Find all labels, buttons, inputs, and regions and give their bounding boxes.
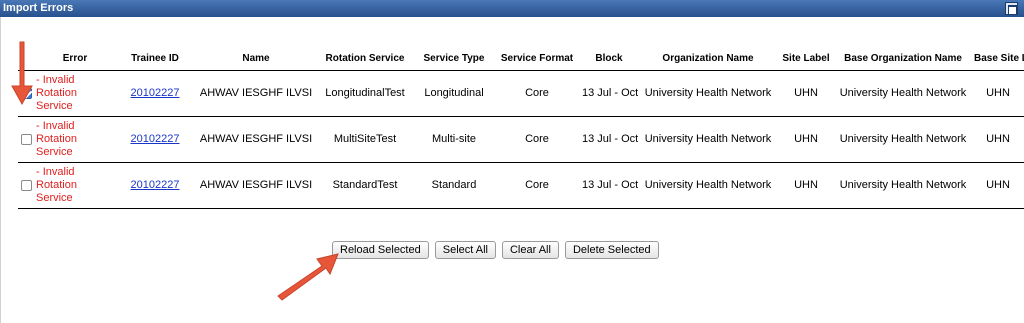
trainee-name: AHWAV IESGHF ILVSI (196, 116, 316, 163)
table-row: - Invalid Rotation Service 20102227 AHWA… (18, 116, 1024, 163)
organization-name: University Health Network (638, 162, 778, 209)
block: 13 Jul - Oct (580, 70, 638, 117)
column-header-site-label: Site Label (778, 48, 834, 71)
organization-name: University Health Network (638, 116, 778, 163)
rotation-service: LongitudinalTest (316, 70, 414, 117)
base-site-label: UHN (972, 70, 1024, 117)
error-message: - Invalid Rotation Service (36, 116, 114, 163)
column-header-select (18, 48, 36, 71)
trainee-id-link[interactable]: 20102227 (131, 87, 180, 99)
row-checkbox[interactable] (21, 133, 32, 145)
service-format: Core (494, 162, 580, 209)
base-site-label: UHN (972, 116, 1024, 163)
block: 13 Jul - Oct (580, 116, 638, 163)
column-header-error: Error (36, 48, 114, 71)
column-header-service-type: Service Type (414, 48, 494, 71)
trainee-id-link[interactable]: 20102227 (131, 179, 180, 191)
column-header-trainee-id: Trainee ID (114, 48, 196, 71)
rotation-service: MultiSiteTest (316, 116, 414, 163)
column-header-rotation-service: Rotation Service (316, 48, 414, 71)
column-header-block: Block (580, 48, 638, 71)
service-format: Core (494, 116, 580, 163)
clear-all-button[interactable]: Clear All (501, 241, 559, 259)
column-header-name: Name (196, 48, 316, 71)
error-message: - Invalid Rotation Service (36, 70, 114, 117)
window-title: Import Errors (3, 2, 74, 14)
base-organization-name: University Health Network (834, 70, 972, 117)
trainee-name: AHWAV IESGHF ILVSI (196, 70, 316, 117)
base-organization-name: University Health Network (834, 162, 972, 209)
select-all-button[interactable]: Select All (434, 241, 496, 259)
error-message: - Invalid Rotation Service (36, 162, 114, 209)
trainee-name: AHWAV IESGHF ILVSI (196, 162, 316, 209)
action-button-bar: Reload Selected Select All Clear All Del… (332, 241, 659, 259)
table-row: - Invalid Rotation Service 20102227 AHWA… (18, 70, 1024, 117)
window-title-bar: Import Errors (0, 0, 1024, 17)
organization-name: University Health Network (638, 70, 778, 117)
block: 13 Jul - Oct (580, 162, 638, 209)
column-header-base-site-label: Base Site Label (972, 48, 1024, 71)
service-type: Standard (414, 162, 494, 209)
import-errors-table: Error Trainee ID Name Rotation Service S… (18, 48, 1024, 209)
reload-selected-button[interactable]: Reload Selected (332, 241, 429, 259)
table-header-row: Error Trainee ID Name Rotation Service S… (18, 48, 1024, 71)
row-checkbox[interactable] (21, 179, 32, 191)
column-header-organization-name: Organization Name (638, 48, 778, 71)
site-label: UHN (778, 70, 834, 117)
row-checkbox[interactable] (21, 87, 32, 99)
site-label: UHN (778, 116, 834, 163)
rotation-service: StandardTest (316, 162, 414, 209)
base-site-label: UHN (972, 162, 1024, 209)
site-label: UHN (778, 162, 834, 209)
service-format: Core (494, 70, 580, 117)
delete-selected-button[interactable]: Delete Selected (564, 241, 659, 259)
base-organization-name: University Health Network (834, 116, 972, 163)
service-type: Longitudinal (414, 70, 494, 117)
column-header-base-organization-name: Base Organization Name (834, 48, 972, 71)
column-header-service-format: Service Format (494, 48, 580, 71)
trainee-id-link[interactable]: 20102227 (131, 133, 180, 145)
maximize-icon[interactable] (1005, 2, 1018, 15)
service-type: Multi-site (414, 116, 494, 163)
table-row: - Invalid Rotation Service 20102227 AHWA… (18, 162, 1024, 209)
